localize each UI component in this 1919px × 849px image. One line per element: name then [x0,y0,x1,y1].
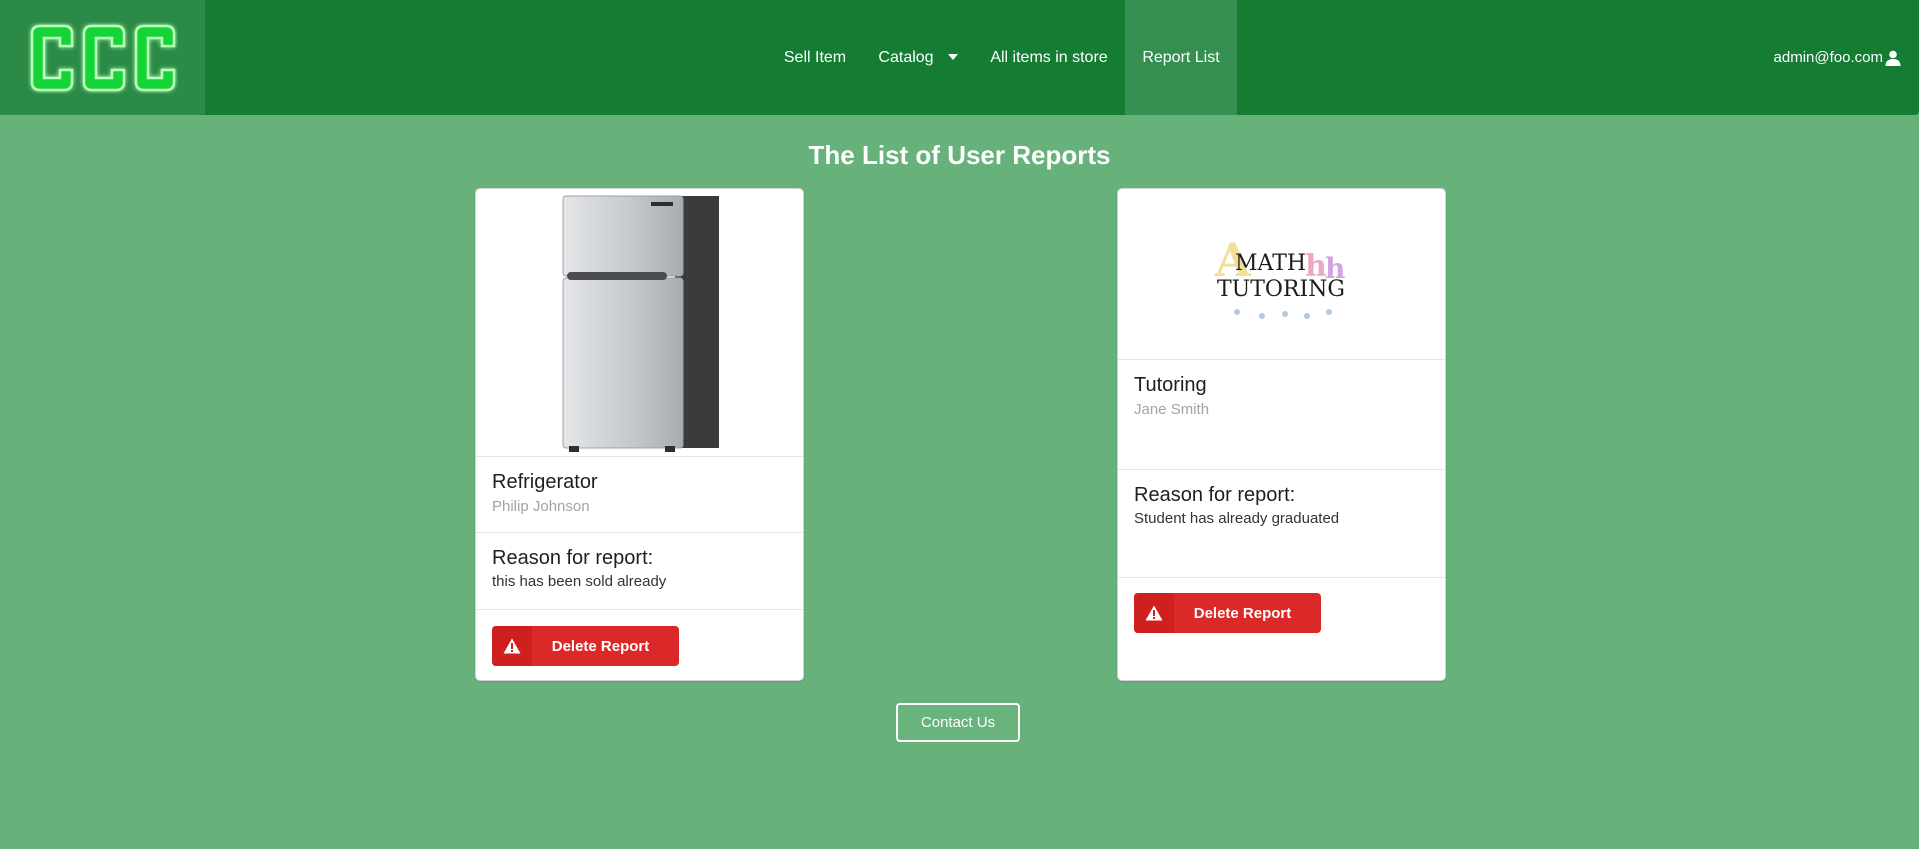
report-card: Refrigerator Philip Johnson Reason for r… [475,188,804,681]
item-name: Tutoring [1134,374,1207,396]
report-reason: Reason for report: this has been sold al… [476,533,803,610]
reason-text: Student has already graduated [1134,510,1340,527]
reason-text: this has been sold already [492,573,667,590]
top-navbar: Sell Item Catalog All items in store Rep… [0,0,1919,115]
contact-us-button[interactable]: Contact Us [896,703,1020,742]
logo[interactable] [0,0,205,115]
warning-icon [492,626,532,666]
refrigerator-image [476,189,803,457]
user-email: admin@foo.com [1773,49,1883,66]
delete-report-label: Delete Report [551,637,650,655]
nav-sell-item[interactable]: Sell Item [770,0,860,115]
nav-all-items-label: All items in store [990,48,1108,66]
item-info: Tutoring Jane Smith [1118,360,1445,470]
tutoring-text: TUTORING [1217,277,1345,302]
delete-report-button[interactable]: Delete Report [1134,593,1321,633]
item-name: Refrigerator [492,471,598,493]
user-icon [1885,50,1901,66]
seller-name: Philip Johnson [492,498,590,515]
user-menu[interactable]: admin@foo.com [1774,0,1901,115]
warning-icon [1134,593,1174,633]
report-card: A h h MATH TUTORING Tutoring Jane Smith … [1117,188,1446,681]
ccc-logo-icon [30,24,175,91]
reason-label: Reason for report: [1134,484,1296,506]
math-tutoring-image: A h h MATH TUTORING [1118,189,1445,360]
nav-all-items[interactable]: All items in store [982,0,1116,115]
nav-report-list[interactable]: Report List [1125,0,1237,115]
delete-report-button[interactable]: Delete Report [492,626,679,666]
math-text: MATH [1235,251,1306,276]
caret-down-icon [947,53,958,60]
page-title: The List of User Reports [808,140,1111,170]
nav-sell-item-label: Sell Item [783,48,847,66]
item-info: Refrigerator Philip Johnson [476,457,803,533]
nav-catalog-label: Catalog [878,48,934,66]
report-reason: Reason for report: Student has already g… [1118,470,1445,578]
nav-catalog-dropdown[interactable]: Catalog [868,0,968,115]
nav-report-list-label: Report List [1142,48,1220,66]
seller-name: Jane Smith [1134,401,1210,418]
delete-report-label: Delete Report [1193,604,1292,622]
reason-label: Reason for report: [492,547,654,569]
